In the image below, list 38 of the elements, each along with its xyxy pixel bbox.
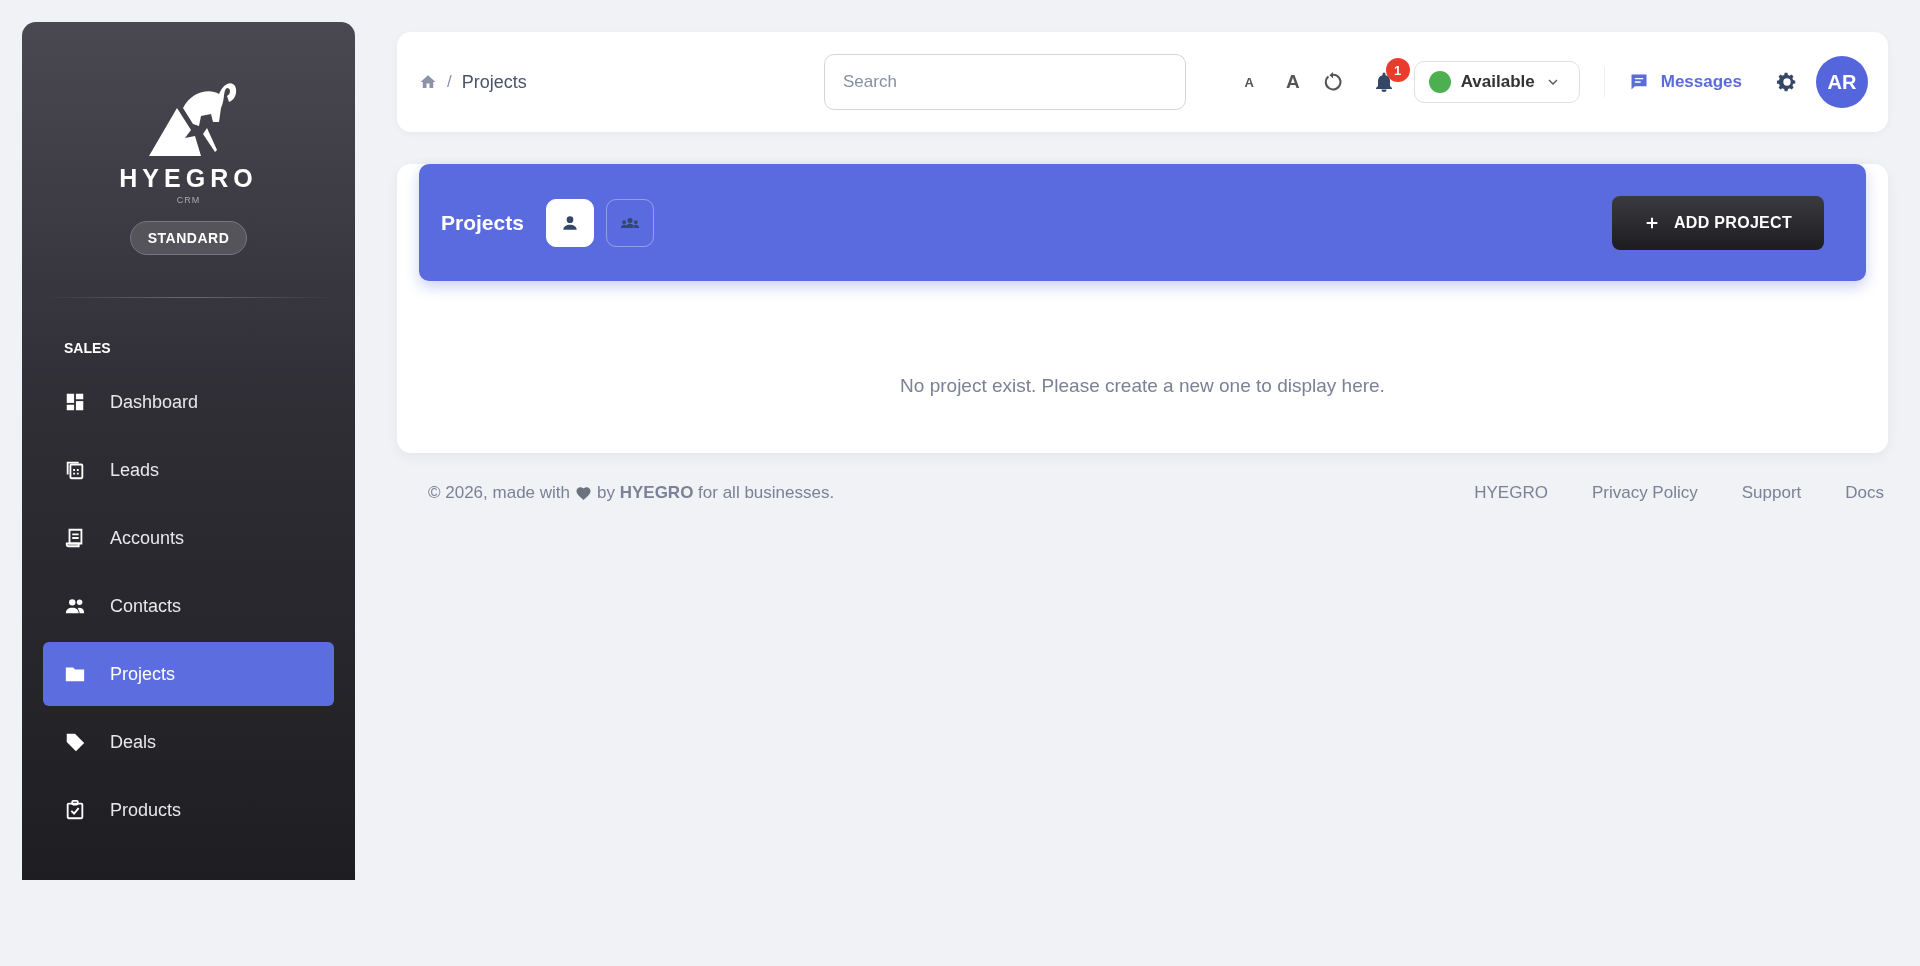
settings-icon[interactable] — [1776, 71, 1798, 93]
notification-count: 1 — [1385, 58, 1410, 82]
copyright-byline: by HYEGRO for all businesses. — [597, 483, 835, 503]
footer-link[interactable]: Docs — [1845, 483, 1884, 503]
heart-icon — [575, 484, 592, 502]
breadcrumb-current: Projects — [461, 71, 527, 93]
team-view-button[interactable] — [605, 198, 654, 247]
sidebar-item[interactable]: Contacts — [43, 574, 334, 638]
calculator-icon — [64, 459, 86, 481]
plan-badge: STANDARD — [129, 221, 248, 255]
footer-link[interactable]: Support — [1741, 483, 1802, 503]
font-increase-button[interactable]: A — [1275, 67, 1310, 97]
copyright-text: © 2026, made with — [428, 483, 570, 503]
empty-message: No project exist. Please create a new one to display here. — [899, 375, 1386, 397]
personal-view-button[interactable] — [545, 198, 594, 247]
brand-name: HYEGRO — [119, 164, 258, 193]
home-icon[interactable] — [419, 73, 437, 91]
clipboard-icon — [64, 799, 86, 821]
sidebar-item[interactable]: Dashboard — [43, 370, 334, 434]
dashboard-icon — [64, 391, 86, 413]
messages-link[interactable]: Messages — [1628, 72, 1742, 92]
footer-link[interactable]: Privacy Policy — [1591, 483, 1698, 503]
sidebar-item[interactable]: Products — [43, 778, 334, 842]
add-project-button[interactable]: ADD PROJECT — [1612, 195, 1824, 250]
tag-icon — [64, 731, 86, 753]
sidebar-item[interactable]: Leads — [43, 438, 334, 502]
font-decrease-button[interactable]: A — [1234, 70, 1264, 94]
section-heading: SALES — [64, 340, 112, 356]
chat-icon — [1628, 72, 1649, 92]
breadcrumb-separator: / — [447, 72, 452, 92]
sidebar-item[interactable]: Deals — [43, 710, 334, 774]
sidebar-item[interactable]: Accounts — [43, 506, 334, 570]
search-field[interactable]: Search — [824, 54, 1186, 110]
user-avatar[interactable]: AR — [1816, 56, 1868, 108]
sidebar-item[interactable]: Projects — [43, 642, 334, 706]
card-title: Projects — [441, 210, 524, 235]
status-dropdown[interactable]: Available — [1413, 61, 1580, 103]
brand-subtitle: CRM — [176, 195, 201, 205]
